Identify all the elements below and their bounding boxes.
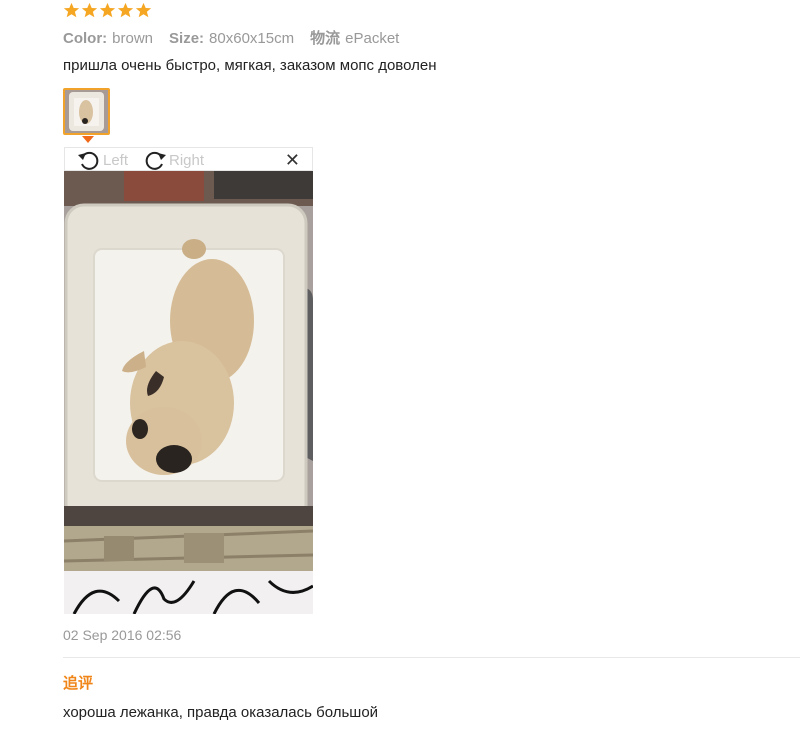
rotate-left-icon — [78, 151, 99, 170]
rotate-right-button[interactable]: Right — [143, 149, 204, 171]
followup-text: хороша лежанка, правда оказалась большой — [63, 704, 379, 721]
review-photo-thumbnail[interactable] — [63, 88, 110, 135]
star-icon — [81, 2, 98, 19]
order-attributes: Color: brown Size: 80x60x15cm 物流 ePacket — [63, 27, 415, 48]
color-label: Color: — [63, 30, 108, 47]
shipping-value: ePacket — [345, 30, 400, 47]
close-icon[interactable]: ✕ — [285, 150, 300, 170]
photo-viewer-toolbar: Left Right ✕ — [64, 147, 313, 171]
color-value: brown — [112, 30, 154, 47]
rotate-right-icon — [145, 151, 166, 170]
star-icon — [63, 2, 80, 19]
star-icon — [117, 2, 134, 19]
review-date: 02 Sep 2016 02:56 — [63, 627, 182, 643]
rating-stars — [63, 2, 152, 19]
review-text: пришла очень быстро, мягкая, заказом моп… — [63, 57, 437, 74]
size-value: 80x60x15cm — [209, 30, 295, 47]
star-icon — [135, 2, 152, 19]
color-attribute: Color: brown — [63, 30, 153, 47]
rotate-right-label: Right — [169, 151, 205, 169]
shipping-attribute: 物流 ePacket — [310, 27, 399, 48]
rotate-left-button[interactable]: Left — [77, 149, 128, 171]
size-label: Size: — [169, 30, 205, 47]
star-icon — [99, 2, 116, 19]
followup-label: 追评 — [63, 675, 94, 692]
selected-thumbnail-caret — [82, 136, 94, 143]
size-attribute: Size: 80x60x15cm — [169, 30, 294, 47]
review-photo — [64, 171, 313, 614]
divider — [63, 657, 800, 658]
rotate-left-label: Left — [103, 151, 129, 169]
shipping-label: 物流 — [310, 30, 341, 47]
